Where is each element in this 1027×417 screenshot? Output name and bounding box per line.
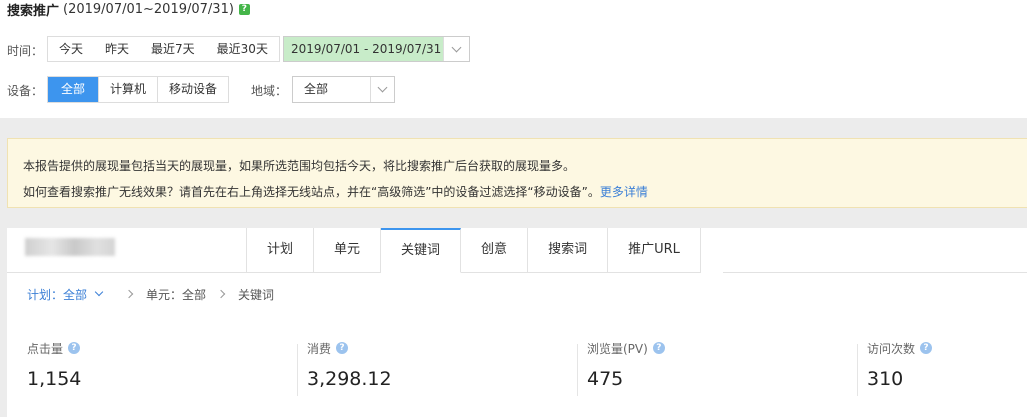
breadcrumb-current: 关键词: [238, 287, 275, 302]
range-last7-button[interactable]: 最近7天: [140, 37, 206, 61]
region-select-value[interactable]: 全部: [293, 77, 370, 102]
metric-cost: 消费? 3,298.12: [297, 340, 577, 400]
help-icon[interactable]: ?: [68, 342, 81, 354]
metric-value: 1,154: [27, 368, 82, 390]
metric-label: 访问次数?: [867, 340, 1027, 356]
account-name-redacted: [25, 238, 115, 256]
report-header-panel: 搜索推广 (2019/07/01~2019/07/31) ? 时间： 今天 昨天…: [0, 0, 1027, 118]
metric-divider: [857, 344, 858, 396]
region-label: 地域：: [251, 84, 288, 98]
device-all-button[interactable]: 全部: [48, 77, 99, 102]
device-computer-button[interactable]: 计算机: [98, 77, 157, 102]
metric-label-text: 消费: [307, 341, 332, 356]
tabs-divider: [7, 272, 246, 273]
metrics-summary: 点击量? 1,154 消费? 3,298.12 浏览量(PV)? 475 访问次…: [7, 340, 1027, 400]
page-title-date-range: (2019/07/01~2019/07/31): [63, 1, 234, 17]
date-range-picker[interactable]: 2019/07/01 - 2019/07/31: [283, 36, 470, 62]
notice-line-2: 如何查看搜索推广无线效果？请首先在右上角选择无线站点，并在“高级筛选”中的设备过…: [23, 179, 1027, 205]
metric-label-text: 浏览量(PV): [587, 341, 648, 356]
tab-unit[interactable]: 单元: [314, 228, 382, 273]
metric-label-text: 访问次数: [867, 341, 916, 356]
tab-search-term[interactable]: 搜索词: [528, 228, 609, 273]
quick-range-group: 今天 昨天 最近7天 最近30天: [47, 36, 280, 62]
device-mobile-button[interactable]: 移动设备: [157, 77, 228, 102]
chevron-right-icon: [216, 289, 226, 299]
metric-value: 475: [587, 368, 624, 390]
page-title: 搜索推广 (2019/07/01~2019/07/31) ?: [7, 0, 250, 19]
metric-label: 点击量?: [27, 340, 307, 356]
region-dropdown[interactable]: [370, 77, 394, 102]
page-title-text: 搜索推广: [7, 3, 60, 19]
tab-plan[interactable]: 计划: [247, 228, 315, 273]
range-last30-button[interactable]: 最近30天: [206, 37, 279, 61]
help-icon[interactable]: ?: [238, 3, 250, 15]
breadcrumb-plan[interactable]: 计划：全部: [27, 286, 87, 303]
date-range-value[interactable]: 2019/07/01 - 2019/07/31: [284, 37, 443, 61]
device-filter-group: 全部 计算机 移动设备: [47, 76, 230, 103]
report-tabs: 计划 单元 关键词 创意 搜索词 推广URL: [246, 228, 701, 273]
notice-banner: 本报告提供的展现量包括当天的展现量，如果所选范围均包括今天，将比搜索推广后台获取…: [7, 138, 1027, 208]
breadcrumb-unit[interactable]: 单元：全部: [146, 286, 206, 303]
chevron-down-icon: [377, 82, 388, 93]
date-range-dropdown[interactable]: [443, 37, 469, 61]
device-label: 设备：: [7, 84, 44, 98]
tabs-divider-right: [723, 272, 1027, 273]
metric-value: 310: [867, 368, 904, 390]
time-label: 时间：: [7, 44, 44, 58]
chevron-down-icon[interactable]: [94, 287, 104, 297]
help-icon[interactable]: ?: [652, 342, 665, 354]
notice-line-2-text: 如何查看搜索推广无线效果？请首先在右上角选择无线站点，并在“高级筛选”中的设备过…: [23, 185, 600, 199]
range-yesterday-button[interactable]: 昨天: [94, 37, 140, 61]
metric-value: 3,298.12: [307, 368, 392, 390]
range-today-button[interactable]: 今天: [48, 37, 94, 61]
metric-divider: [297, 344, 298, 396]
chevron-down-icon: [451, 42, 462, 52]
region-select[interactable]: 全部: [292, 76, 395, 103]
metric-divider: [577, 344, 578, 396]
tab-creative[interactable]: 创意: [461, 228, 529, 273]
metric-clicks: 点击量? 1,154: [27, 340, 307, 400]
help-icon[interactable]: ?: [920, 342, 933, 354]
chevron-right-icon: [124, 289, 134, 299]
tab-promo-url[interactable]: 推广URL: [608, 228, 701, 273]
notice-line-1: 本报告提供的展现量包括当天的展现量，如果所选范围均包括今天，将比搜索推广后台获取…: [23, 159, 576, 173]
tab-keyword[interactable]: 关键词: [381, 228, 462, 273]
breadcrumb: 计划：全部 单元：全部 关键词: [27, 286, 274, 302]
report-card: 计划 单元 关键词 创意 搜索词 推广URL 计划：全部 单元：全部 关键词 点…: [7, 228, 1027, 417]
more-details-link[interactable]: 更多详情: [600, 185, 648, 199]
help-icon[interactable]: ?: [336, 342, 349, 354]
metric-pageviews: 浏览量(PV)? 475: [577, 340, 857, 400]
metric-label: 浏览量(PV)?: [587, 340, 857, 356]
metric-label-text: 点击量: [27, 341, 64, 356]
metric-label: 消费?: [307, 340, 577, 356]
metric-visits: 访问次数? 310: [857, 340, 1027, 400]
